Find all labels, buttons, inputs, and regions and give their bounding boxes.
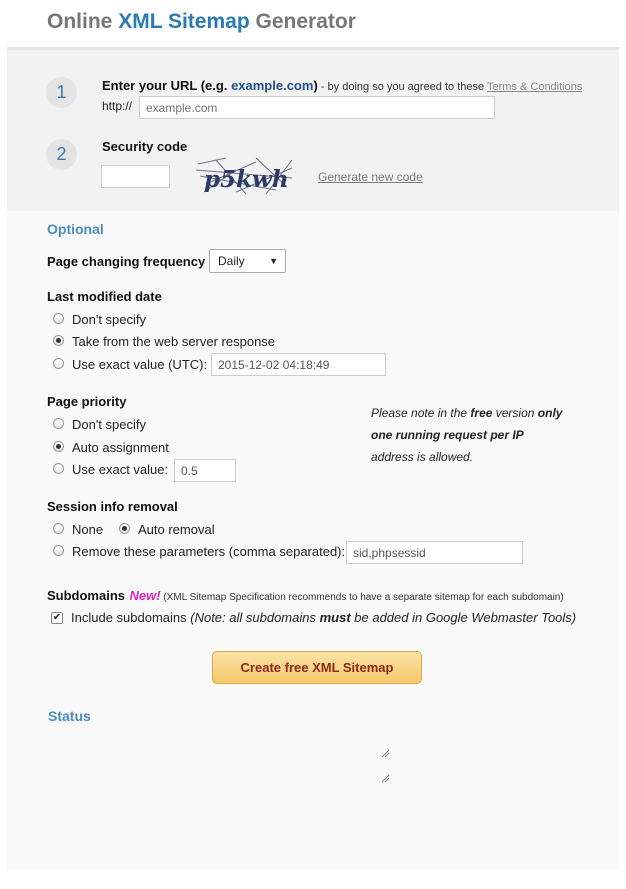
- priority-auto-label: Auto assignment: [72, 440, 169, 455]
- optional-panel: [7, 211, 619, 870]
- lastmod-server-label: Take from the web server response: [72, 334, 276, 349]
- note-text-a: Please note in the: [371, 406, 471, 420]
- security-code-label: Security code: [102, 139, 188, 154]
- terms-link[interactable]: Terms & Conditions: [487, 81, 582, 93]
- last-modified-heading: Last modified date: [47, 289, 162, 304]
- note-limit: one running request per IP: [371, 428, 524, 442]
- chevron-down-icon: ▼: [269, 256, 278, 266]
- resize-handle-icon[interactable]: [380, 748, 390, 758]
- frequency-selected: Daily: [218, 254, 245, 268]
- include-subdomains-checkbox[interactable]: ✔: [51, 612, 63, 624]
- generate-new-code-link[interactable]: Generate new code: [318, 170, 423, 184]
- session-heading: Session info removal: [47, 499, 178, 514]
- page-title: Online XML Sitemap Generator: [47, 10, 356, 34]
- http-prefix: http://: [102, 99, 133, 113]
- session-remove-radio[interactable]: [53, 545, 64, 556]
- title-part-1: Online: [47, 10, 119, 33]
- subdomains-title: Subdomains: [47, 588, 126, 603]
- url-example: example.com: [231, 78, 314, 93]
- session-remove-label: Remove these parameters (comma separated…: [72, 544, 346, 559]
- url-input[interactable]: [139, 96, 495, 119]
- checkmark-icon: ✔: [52, 612, 62, 623]
- session-none-radio[interactable]: [53, 523, 64, 534]
- note-only: only: [537, 406, 563, 420]
- priority-dont-specify-radio[interactable]: [53, 418, 64, 429]
- agreement-text: - by doing so you agreed to these: [317, 81, 487, 93]
- captcha-image: p5kwh: [196, 157, 293, 195]
- lastmod-dont-specify-label: Don't specify: [72, 312, 147, 327]
- session-auto-label: Auto removal: [138, 522, 215, 537]
- include-note-a: (Note: all subdomains: [186, 610, 320, 625]
- note-text-c: version: [492, 406, 538, 420]
- lastmod-server-radio[interactable]: [53, 335, 64, 346]
- include-subdomains-label: Include subdomains (Note: all subdomains…: [71, 610, 576, 625]
- priority-exact-label: Use exact value:: [72, 462, 169, 477]
- required-panel: [7, 50, 619, 211]
- step-1-badge: 1: [46, 77, 77, 108]
- subdomains-heading: Subdomains New! (XML Sitemap Specificati…: [47, 587, 564, 605]
- session-none-label: None: [72, 522, 104, 537]
- priority-exact-radio[interactable]: [53, 463, 64, 474]
- session-auto-radio[interactable]: [119, 523, 130, 534]
- session-params-input[interactable]: [346, 541, 523, 564]
- note-line-1: Please note in the free version only: [371, 402, 562, 424]
- create-sitemap-button[interactable]: Create free XML Sitemap: [212, 651, 422, 684]
- note-line-3: address is allowed.: [371, 450, 474, 464]
- note-line-2: one running request per IP: [371, 424, 562, 446]
- priority-exact-input[interactable]: [174, 459, 236, 482]
- priority-heading: Page priority: [47, 394, 127, 409]
- resize-handle-icon[interactable]: [380, 773, 390, 783]
- url-label-text: Enter your URL (e.g.: [102, 78, 232, 93]
- optional-heading: Optional: [47, 221, 104, 237]
- subdomains-spec-note: (XML Sitemap Specification recommends to…: [160, 592, 564, 603]
- new-badge: New!: [129, 588, 161, 603]
- include-subdomains-text: Include subdomains: [71, 610, 187, 625]
- lastmod-dont-specify-radio[interactable]: [53, 313, 64, 324]
- status-heading: Status: [48, 708, 91, 724]
- include-note-c: be added in Google Webmaster Tools): [350, 610, 577, 625]
- security-code-input[interactable]: [101, 165, 170, 188]
- captcha-text: p5kwh: [204, 166, 289, 193]
- priority-dont-specify-label: Don't specify: [72, 417, 147, 432]
- frequency-label: Page changing frequency: [47, 254, 206, 269]
- free-version-note: Please note in the free version only one…: [371, 402, 562, 468]
- priority-auto-radio[interactable]: [53, 441, 64, 452]
- note-free: free: [470, 406, 493, 420]
- step-2-badge: 2: [46, 139, 77, 170]
- url-label: Enter your URL (e.g. example.com) - by d…: [102, 77, 582, 95]
- title-highlight: XML Sitemap: [118, 10, 250, 33]
- include-note-must: must: [319, 610, 351, 625]
- lastmod-exact-radio[interactable]: [53, 358, 64, 369]
- lastmod-exact-label: Use exact value (UTC):: [72, 357, 208, 372]
- frequency-select[interactable]: Daily ▼: [209, 249, 286, 273]
- lastmod-exact-input[interactable]: [211, 353, 386, 376]
- title-part-2: Generator: [249, 10, 356, 33]
